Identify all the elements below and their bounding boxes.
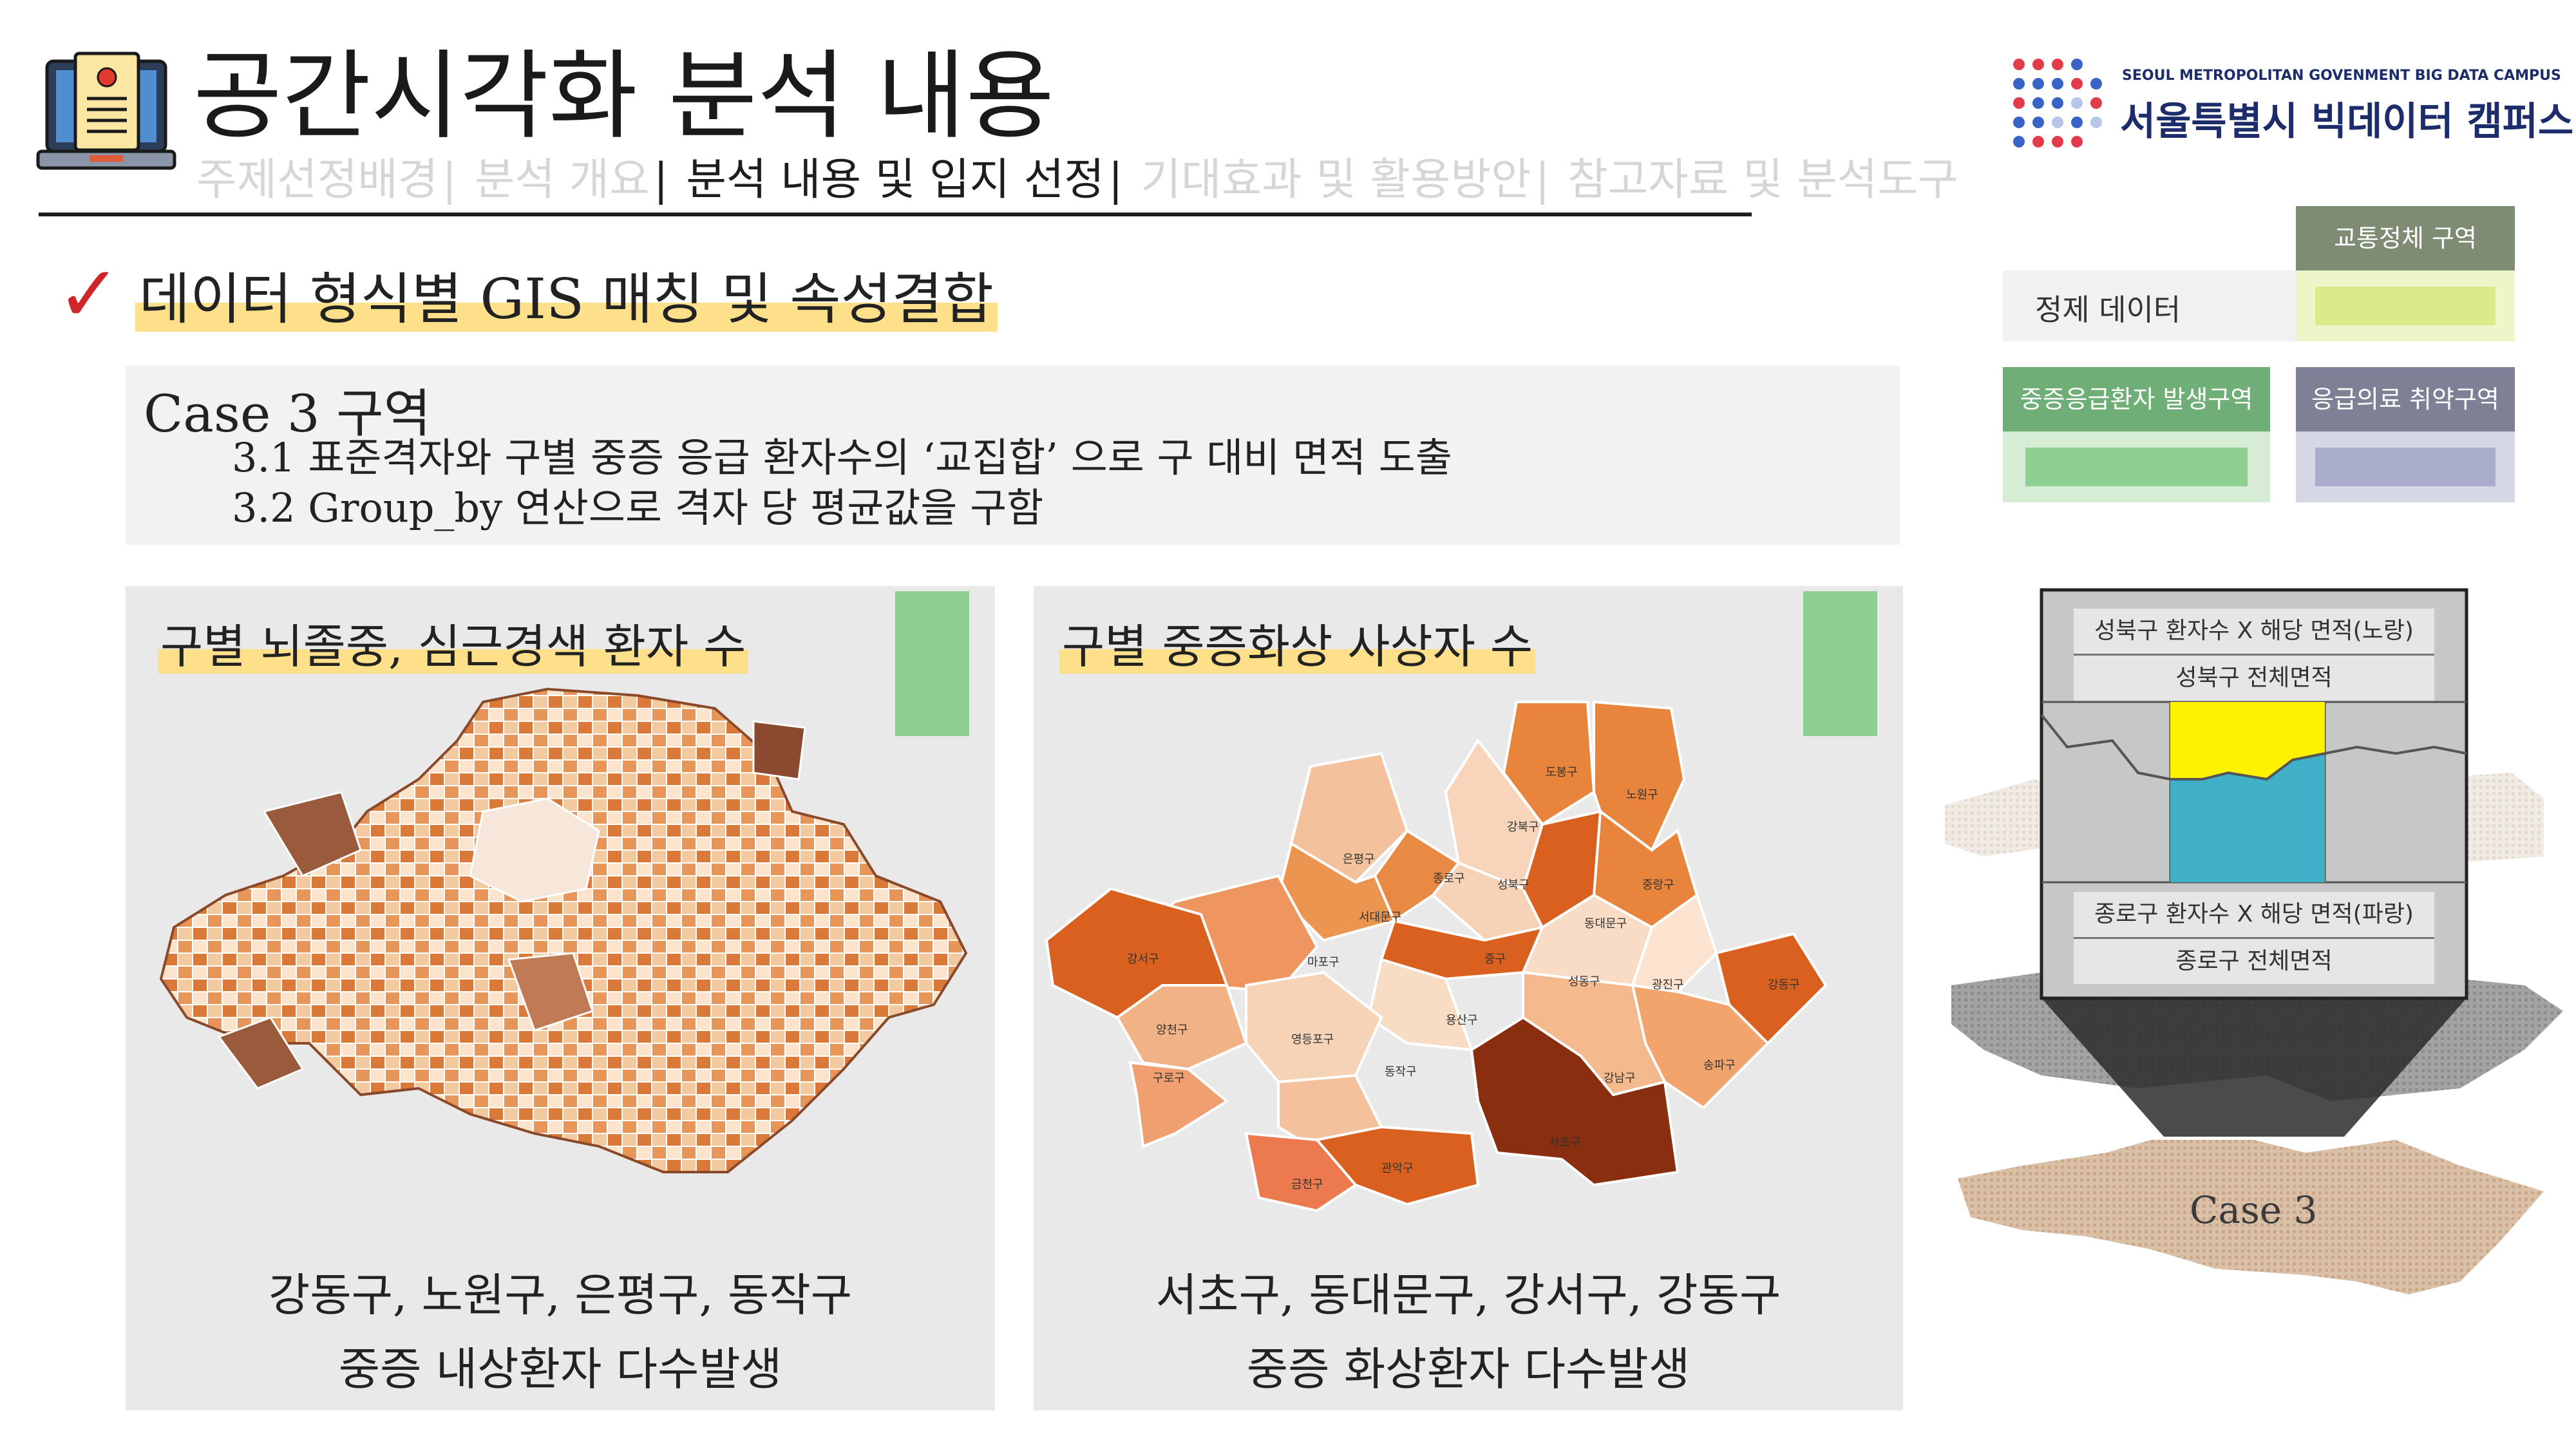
district-label: 도봉구 [1546, 766, 1578, 779]
district-label: 성동구 [1568, 975, 1600, 989]
district-label: 성북구 [1497, 878, 1530, 892]
nav-item-references[interactable]: 참고자료 및 분석도구 [1567, 155, 1958, 205]
legend-traffic-header: 교통정체 구역 [2296, 206, 2515, 270]
legend-vuln-swatch [2315, 448, 2496, 486]
district-label: 강서구 [1127, 952, 1159, 966]
formula2-denominator: 종로구 전체면적 [2074, 939, 2434, 984]
district-label: 강동구 [1768, 978, 1800, 992]
district-label: 동대문구 [1584, 917, 1627, 931]
panel-caption-line2: 중증 내상환자 다수발생 [338, 1343, 782, 1396]
district-label: 송파구 [1703, 1059, 1736, 1072]
district-label: 은평구 [1343, 853, 1375, 866]
district-labels: 도봉구 노원구 강북구 은평구 성북구 종로구 중랑구 서대문구 동대문구 마포… [1034, 683, 1903, 1217]
district-label: 구로구 [1153, 1072, 1185, 1085]
panel-title: 구별 중증화상 사상자 수 [1059, 609, 1536, 676]
section-heading: 데이터 형식별 GIS 매칭 및 속성결합 [135, 264, 998, 335]
legend-refined-label: 정제 데이터 [2035, 292, 2181, 327]
formula1-numerator: 성북구 환자수 X 해당 면적(노랑) [2074, 609, 2434, 656]
nav-item-overview[interactable]: 분석 개요 [475, 155, 650, 205]
district-label: 동작구 [1385, 1065, 1417, 1079]
district-label: 영등포구 [1291, 1033, 1334, 1046]
district-label: 중랑구 [1642, 878, 1674, 892]
district-label: 강남구 [1604, 1072, 1636, 1085]
stroke-patients-panel: 구별 뇌졸중, 심근경색 환자 수 강동구, 노원구, 은평구, 동작구 중증 … [126, 586, 995, 1410]
header-divider [39, 213, 1752, 216]
case3-label: Case 3 [2190, 1188, 2318, 1232]
dot-grid-logo-icon [2013, 59, 2102, 147]
district-label: 마포구 [1307, 956, 1340, 969]
district-label: 금천구 [1291, 1178, 1323, 1191]
case-step-1: 3.1 표준격자와 구별 중증 응급 환자수의 ‘교집합’ 으로 구 대비 면적… [232, 434, 1452, 481]
bigdata-campus-logo: SEOUL METROPOLITAN GOVENMENT BIG DATA CA… [2009, 55, 2573, 164]
district-label: 강북구 [1507, 820, 1539, 834]
district-label: 노원구 [1626, 788, 1658, 802]
case-description-box: Case 3 구역 3.1 표준격자와 구별 중증 응급 환자수의 ‘교집합’ … [126, 366, 1900, 545]
district-label: 용산구 [1446, 1014, 1478, 1027]
legend-traffic-swatch [2315, 287, 2496, 325]
legend-vuln-header: 응급의료 취약구역 [2296, 367, 2515, 431]
panel-caption-line1: 강동구, 노원구, 은평구, 동작구 [268, 1269, 853, 1321]
panel-caption-line2: 중증 화상환자 다수발생 [1246, 1343, 1690, 1396]
district-label: 관악구 [1381, 1162, 1414, 1175]
breadcrumb: 주제선정배경| 분석 개요| 분석 내용 및 입지 선정| 기대효과 및 활용방… [196, 155, 1958, 205]
formula2-numerator: 종로구 환자수 X 해당 면적(파랑) [2074, 892, 2434, 939]
district-label: 광진구 [1652, 978, 1684, 992]
district-label: 양천구 [1156, 1023, 1188, 1037]
page-title: 공간시각화 분석 내용 [193, 41, 1055, 153]
district-label: 서대문구 [1359, 911, 1402, 924]
nav-item-background[interactable]: 주제선정배경 [196, 155, 438, 205]
panel-caption-line1: 서초구, 동대문구, 강서구, 강동구 [1155, 1269, 1781, 1321]
panel-title: 구별 뇌졸중, 심근경색 환자 수 [158, 609, 749, 676]
district-label: 중구 [1484, 952, 1506, 966]
nav-item-effects[interactable]: 기대효과 및 활용방안 [1141, 155, 1531, 205]
district-label: 종로구 [1433, 872, 1465, 886]
burn-patients-panel: 구별 중증화상 사상자 수 도봉구 노원구 강북구 은평구 성북구 종로구 중랑… [1034, 586, 1903, 1410]
checkmark-icon: ✓ [57, 250, 122, 339]
district-label: 서초구 [1549, 1136, 1581, 1150]
dong-choropleth-map [159, 687, 968, 1173]
nav-item-analysis-current[interactable]: 분석 내용 및 입지 선정 [686, 155, 1104, 205]
formula1-denominator: 성북구 전체면적 [2074, 656, 2434, 701]
legend: 교통정체 구역 정제 데이터 중증응급환자 발생구역 응급의료 취약구역 [2003, 206, 2518, 509]
report-laptop-icon [35, 48, 177, 190]
case3-diagram: 성북구 환자수 X 해당 면적(노랑) 성북구 전체면적 종로구 환자수 X 해… [1945, 586, 2563, 1404]
legend-severe-swatch [2025, 448, 2248, 486]
legend-severe-header: 중증응급환자 발생구역 [2003, 367, 2270, 431]
grid-intersection-illustration [1945, 588, 2563, 1294]
case-step-2: 3.2 Group_by 연산으로 격자 당 평균값을 구함 [232, 484, 1044, 531]
